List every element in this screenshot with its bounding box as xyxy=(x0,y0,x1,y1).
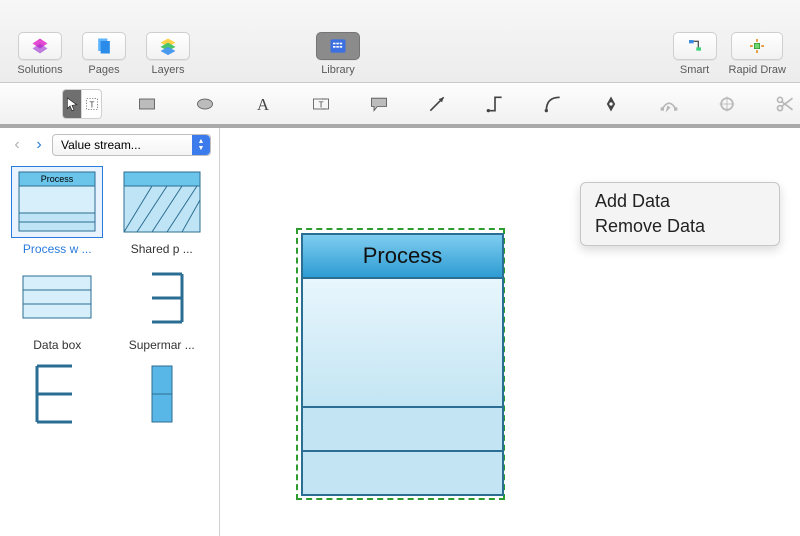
stencil-data-box[interactable]: Data box xyxy=(8,262,107,352)
toolbar-group-left: Solutions Pages Layers xyxy=(10,32,198,76)
layers-button[interactable]: Layers xyxy=(138,32,198,76)
layers-label: Layers xyxy=(151,64,184,76)
scissors-icon xyxy=(775,94,795,114)
edit-points-tool[interactable] xyxy=(654,90,684,118)
line-tool[interactable] xyxy=(422,90,452,118)
text-tool[interactable]: T xyxy=(82,90,101,118)
cut-tool[interactable] xyxy=(770,90,800,118)
main-toolbar: Solutions Pages Layers Library Smart xyxy=(0,0,800,83)
rapid-draw-button[interactable]: Rapid Draw xyxy=(725,32,790,76)
pin-tool[interactable] xyxy=(712,90,742,118)
arrow-icon xyxy=(427,94,447,114)
text-box-tool[interactable]: T xyxy=(306,90,336,118)
solutions-button[interactable]: Solutions xyxy=(10,32,70,76)
ellipse-icon xyxy=(195,94,215,114)
library-panel: ‹ › Value stream... ▲▼ Process Process w… xyxy=(0,128,220,536)
canvas[interactable]: Process Add Data Remove Data xyxy=(220,128,800,536)
ellipse-tool[interactable] xyxy=(190,90,220,118)
shared-process-thumb-icon xyxy=(122,170,202,234)
toolbar-group-right: Smart Rapid Draw xyxy=(669,32,790,76)
smart-button[interactable]: Smart xyxy=(669,32,721,76)
rapid-draw-icon xyxy=(749,38,765,54)
callout-tool[interactable] xyxy=(364,90,394,118)
library-selector-value: Value stream... xyxy=(61,138,141,152)
process-shape-header[interactable]: Process xyxy=(301,233,504,279)
stencil-extra-1[interactable] xyxy=(8,358,107,434)
stepper-icon: ▲▼ xyxy=(192,135,210,155)
smart-icon xyxy=(687,38,703,54)
library-selector[interactable]: Value stream... ▲▼ xyxy=(52,134,211,156)
supermarket-thumb-icon xyxy=(122,266,202,330)
library-button[interactable]: Library xyxy=(308,32,368,76)
rapid-draw-label: Rapid Draw xyxy=(729,64,786,76)
process-shape-body[interactable] xyxy=(301,279,504,408)
pages-label: Pages xyxy=(88,64,119,76)
svg-text:Process: Process xyxy=(41,174,74,184)
pointer-text-segment: T xyxy=(62,89,102,119)
drawing-toolbar: T A T xyxy=(0,83,800,128)
stencil-process[interactable]: Process Process w ... xyxy=(8,166,107,256)
edit-points-icon xyxy=(659,94,679,114)
library-label: Library xyxy=(321,64,355,76)
process-shape-row-1[interactable] xyxy=(301,408,504,452)
pin-icon xyxy=(717,94,737,114)
stencil-label: Shared p ... xyxy=(131,242,193,256)
solutions-icon xyxy=(30,36,50,56)
text-box-icon: T xyxy=(311,94,331,114)
stencil-supermarket[interactable]: Supermar ... xyxy=(113,262,212,352)
connector-tool[interactable] xyxy=(480,90,510,118)
process-shape-title: Process xyxy=(363,243,442,269)
layers-icon xyxy=(158,36,178,56)
process-thumb-icon: Process xyxy=(17,170,97,234)
rectangle-icon xyxy=(137,94,157,114)
stencil-label: Supermar ... xyxy=(129,338,195,352)
text-a-icon: A xyxy=(253,94,273,114)
library-icon xyxy=(328,36,348,56)
context-menu: Add Data Remove Data xyxy=(580,182,780,246)
stencil-label: Process w ... xyxy=(23,242,92,256)
smart-label: Smart xyxy=(680,64,709,76)
svg-text:T: T xyxy=(319,99,324,109)
pen-tool[interactable] xyxy=(596,90,626,118)
data-box-thumb-icon xyxy=(17,266,97,330)
svg-text:T: T xyxy=(89,100,94,109)
text-cursor-icon: T xyxy=(84,96,100,112)
connector-icon xyxy=(485,94,505,114)
curve-tool[interactable] xyxy=(538,90,568,118)
stencil-extra-2[interactable] xyxy=(113,358,212,434)
text-shape-tool[interactable]: A xyxy=(248,90,278,118)
library-nav: ‹ › Value stream... ▲▼ xyxy=(0,128,219,162)
pages-button[interactable]: Pages xyxy=(74,32,134,76)
stencil-grid: Process Process w ... Shared p ... xyxy=(0,162,219,438)
process-shape-selection[interactable]: Process xyxy=(296,228,505,500)
menu-item-add-data[interactable]: Add Data xyxy=(581,189,779,214)
process-shape-row-2[interactable] xyxy=(301,452,504,496)
rectangle-tool[interactable] xyxy=(132,90,162,118)
pages-icon xyxy=(94,36,114,56)
svg-text:A: A xyxy=(257,94,269,113)
pointer-icon xyxy=(64,96,80,112)
shape-tools: A T xyxy=(132,90,800,118)
pen-icon xyxy=(601,94,621,114)
stencil-label: Data box xyxy=(33,338,81,352)
stencil-shared-process[interactable]: Shared p ... xyxy=(113,166,212,256)
extra2-thumb-icon xyxy=(122,362,202,426)
library-back-button[interactable]: ‹ xyxy=(8,134,26,156)
menu-item-remove-data[interactable]: Remove Data xyxy=(581,214,779,239)
extra1-thumb-icon xyxy=(17,362,97,426)
curve-icon xyxy=(543,94,563,114)
solutions-label: Solutions xyxy=(17,64,62,76)
library-forward-button[interactable]: › xyxy=(30,134,48,156)
pointer-tool[interactable] xyxy=(63,90,82,118)
callout-icon xyxy=(369,94,389,114)
